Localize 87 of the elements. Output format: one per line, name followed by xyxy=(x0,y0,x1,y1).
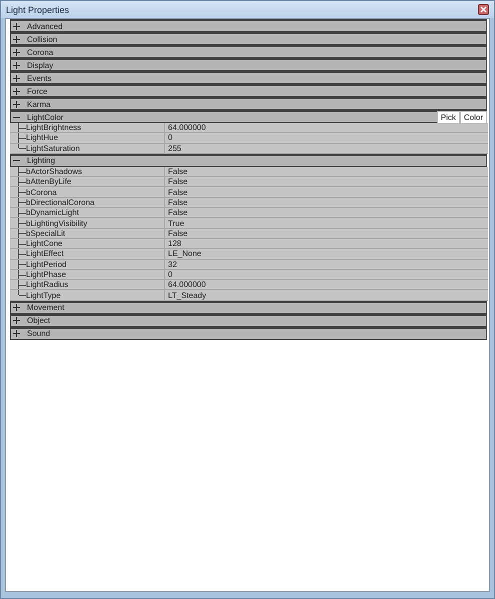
category-label: Display xyxy=(26,60,54,70)
property-name: bDirectionalCorona xyxy=(26,198,94,207)
property-name: LightBrightness xyxy=(26,123,82,132)
category-header[interactable]: Sound xyxy=(10,326,487,340)
category-label: Object xyxy=(26,316,50,326)
property-value[interactable]: False xyxy=(165,228,188,238)
property-name: bActorShadows xyxy=(26,167,82,176)
property-name: bLightingVisibility xyxy=(26,218,88,228)
category-header[interactable]: Events xyxy=(10,71,487,84)
category-label: Movement xyxy=(26,303,64,312)
plus-icon xyxy=(13,88,20,94)
property-value[interactable]: LT_Steady xyxy=(165,290,206,300)
category-header[interactable]: Karma xyxy=(10,97,487,110)
property-name-cell[interactable]: bDynamicLight xyxy=(10,208,165,218)
property-name-cell[interactable]: bLightingVisibility xyxy=(10,218,165,228)
property-value[interactable]: 255 xyxy=(165,144,182,153)
property-name: LightEffect xyxy=(26,249,64,258)
property-value[interactable]: 128 xyxy=(165,238,182,248)
plus-icon xyxy=(13,22,20,30)
category-header[interactable]: LightColor Pick Color xyxy=(10,110,487,123)
property-name-cell[interactable]: LightHue xyxy=(10,133,165,143)
category-label: Corona xyxy=(26,48,54,56)
property-value[interactable]: 64.000000 xyxy=(165,123,206,132)
plus-icon xyxy=(13,317,20,324)
plus-icon xyxy=(13,100,20,108)
category-header[interactable]: Collision xyxy=(10,32,487,45)
plus-icon xyxy=(13,304,20,312)
property-name-cell[interactable]: bDirectionalCorona xyxy=(10,198,165,208)
property-value[interactable]: True xyxy=(165,218,184,228)
category-header[interactable]: Lighting xyxy=(10,154,487,167)
plus-icon xyxy=(13,36,20,42)
property-value[interactable]: False xyxy=(165,166,188,176)
category-label: Force xyxy=(26,86,48,96)
category-header[interactable]: Movement xyxy=(10,300,487,314)
property-name-cell[interactable]: LightType xyxy=(10,290,165,300)
property-name-cell[interactable]: LightPeriod xyxy=(10,260,165,269)
category-label: Lighting xyxy=(26,156,56,166)
property-name: LightPhase xyxy=(26,270,66,279)
category-label: Advanced xyxy=(26,22,63,30)
property-name: bDynamicLight xyxy=(26,208,79,218)
property-name-cell[interactable]: bAttenByLife xyxy=(10,177,165,186)
property-name: LightHue xyxy=(26,133,58,142)
property-name-cell[interactable]: LightRadius xyxy=(10,280,165,290)
property-value[interactable]: False xyxy=(165,177,188,186)
property-name: LightRadius xyxy=(26,280,68,290)
category-header[interactable]: Display xyxy=(10,58,487,71)
category-label: Collision xyxy=(26,34,58,44)
color-button[interactable]: Pick xyxy=(436,111,460,124)
property-value[interactable]: False xyxy=(165,187,188,197)
close-icon xyxy=(480,6,487,13)
color-button[interactable]: Color xyxy=(460,111,487,124)
category-label: Sound xyxy=(26,329,50,338)
category-label: Karma xyxy=(26,100,51,108)
property-name-cell[interactable]: LightSaturation xyxy=(10,144,165,153)
property-name: LightPeriod xyxy=(26,260,66,269)
property-value[interactable]: LE_None xyxy=(165,249,202,259)
property-name-cell[interactable]: LightPhase xyxy=(10,270,165,280)
property-name-cell[interactable]: LightCone xyxy=(10,238,165,248)
window-title: Light Properties xyxy=(6,4,70,14)
property-value[interactable]: 0 xyxy=(165,133,172,143)
plus-icon xyxy=(13,74,20,82)
property-name-cell[interactable]: bActorShadows xyxy=(10,166,165,176)
property-value[interactable]: 64.000000 xyxy=(165,280,206,290)
property-name: bCorona xyxy=(26,188,57,197)
plus-icon xyxy=(13,62,20,68)
property-value[interactable]: 0 xyxy=(165,270,172,280)
category-header[interactable]: Force xyxy=(10,84,487,97)
category-header[interactable]: Object xyxy=(10,314,487,327)
property-name: LightCone xyxy=(26,239,62,248)
plus-icon xyxy=(13,48,20,56)
property-name: bSpecialLit xyxy=(26,228,66,238)
property-name-cell[interactable]: LightBrightness xyxy=(10,123,165,132)
category-header[interactable]: Corona xyxy=(10,45,487,58)
property-name-cell[interactable]: bSpecialLit xyxy=(10,228,165,238)
close-button[interactable] xyxy=(478,4,489,15)
property-name: LightSaturation xyxy=(26,144,80,153)
category-label: LightColor xyxy=(26,112,64,122)
property-name-cell[interactable]: bCorona xyxy=(10,187,165,197)
property-name-cell[interactable]: LightEffect xyxy=(10,249,165,259)
property-value[interactable]: False xyxy=(165,208,188,218)
property-name: bAttenByLife xyxy=(26,177,72,186)
property-value[interactable]: False xyxy=(165,198,188,208)
property-name: LightType xyxy=(26,290,61,300)
category-label: Events xyxy=(26,74,52,82)
plus-icon xyxy=(13,330,20,338)
category-header[interactable]: Advanced xyxy=(10,19,487,32)
property-value[interactable]: 32 xyxy=(165,260,177,269)
